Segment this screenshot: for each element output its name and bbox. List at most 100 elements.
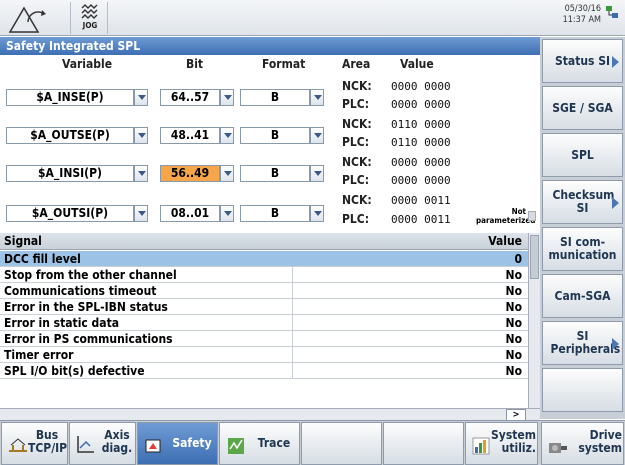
softkey-label: SPL [571,147,594,162]
softkey-label: System utiliz. [491,428,536,455]
bit-dropdown-4-icon[interactable] [220,205,234,222]
bit-select-2[interactable]: 48..41 [160,127,220,144]
signal-value: No [505,316,522,330]
softkey-cam-sga[interactable]: Cam-SGA [542,274,623,318]
format-select-4[interactable]: B [240,205,310,222]
softkey-label: SI com-munication [548,235,617,262]
variable-select-2[interactable]: $A_OUTSE(P) [6,127,134,144]
softkey-trace[interactable]: Trace [219,422,300,465]
signal-value: No [505,300,522,314]
area-plc-1: PLC: [342,97,370,111]
format-select-2[interactable]: B [240,127,310,144]
table-row[interactable]: Error in PS communications No [0,331,528,347]
arrow-right-icon [612,56,619,68]
signal-value: No [505,348,522,362]
softkey-checksum-si[interactable]: Checksum SI [542,180,623,224]
table-row[interactable]: DCC fill level 0 [0,251,528,267]
scroll-thumb[interactable] [530,235,539,279]
variable-dropdown-3-icon[interactable] [134,165,148,182]
softkey-label: Checksum SI [552,188,615,215]
table-row[interactable]: Communications timeout No [0,283,528,299]
variable-select-1[interactable]: $A_INSE(P) [6,89,134,106]
jog-mode-indicator: JOG [70,2,108,34]
softkey-safety[interactable]: Safety [137,422,218,465]
screen: { "header": {"mode_label": "JOG", "date"… [0,0,625,465]
area-nck-1: NCK: [342,79,372,93]
softkey-bus-tcpip[interactable]: Bus TCP/IP [1,422,68,465]
arrow-right-icon [612,338,619,350]
format-dropdown-4-icon[interactable] [310,205,324,222]
softkey-empty-1[interactable] [301,422,382,465]
page-title: Safety Integrated SPL [0,37,540,55]
value-nck-1: 0000 0000 [391,80,451,93]
area-nck-3: NCK: [342,155,372,169]
axis-diagnosis-icon [77,436,94,453]
signal-header: Signal [4,234,42,248]
softkey-label: Cam-SGA [554,288,611,303]
vertical-scrollbar[interactable] [528,233,540,410]
softkey-label: Drive system [578,428,622,455]
softkey-si-communication[interactable]: SI com-munication [542,227,623,271]
softkey-label: Trace [257,436,291,450]
value-header: Value [400,57,434,71]
variable-panel: Variable Bit Format Area Value $A_INSE(P… [0,55,540,233]
variable-select-3[interactable]: $A_INSI(P) [6,165,134,182]
bit-dropdown-3-icon[interactable] [220,165,234,182]
table-row[interactable]: SPL I/O bit(s) defective No [0,363,528,379]
signal-value: No [505,268,522,282]
signal-value: 0 [514,252,522,266]
table-row[interactable]: Error in static data No [0,315,528,331]
signal-name: Error in the SPL-IBN status [4,300,168,314]
bit-dropdown-2-icon[interactable] [220,127,234,144]
drive-icon [549,443,567,453]
softkey-axis-diag[interactable]: Axis diag. [69,422,136,465]
top-status-bar: JOG 05/30/16 11:37 AM [0,0,625,36]
machine-mode-icon [8,6,46,33]
variable-dropdown-4-icon[interactable] [134,205,148,222]
value-plc-3: 0000 0000 [391,174,451,187]
format-dropdown-2-icon[interactable] [310,127,324,144]
value-nck-3: 0000 0000 [391,156,451,169]
value-nck-4: 0000 0011 [391,194,451,207]
softkey-empty[interactable] [542,368,623,412]
softkey-spl[interactable]: SPL [542,133,623,177]
format-select-1[interactable]: B [240,89,310,106]
softkey-label: SI Peripherals [550,329,621,356]
variable-select-4[interactable]: $A_OUTSI(P) [6,205,134,222]
safety-icon [145,439,161,453]
table-row[interactable]: Error in the SPL-IBN status No [0,299,528,315]
signal-value: No [505,284,522,298]
date-text: 05/30/16 [564,4,601,14]
horizontal-scrollbar[interactable]: > [0,408,540,421]
arrow-right-icon [612,197,619,209]
not-parameterized-indicator [528,211,536,221]
softkey-system-utiliz[interactable]: System utiliz. [465,422,538,465]
softkey-drive-system[interactable]: Drive system [541,422,624,465]
jog-label: JOG [82,21,98,30]
signal-table: Signal Value DCC fill level 0 Stop from t… [0,233,540,410]
signal-table-header: Signal Value [0,233,528,250]
area-nck-4: NCK: [342,193,372,207]
table-row[interactable]: Timer error No [0,347,528,363]
variable-dropdown-2-icon[interactable] [134,127,148,144]
value-plc-4: 0000 0011 [391,213,451,226]
bit-select-3[interactable]: 56..49 [160,165,220,182]
variable-dropdown-1-icon[interactable] [134,89,148,106]
area-nck-2: NCK: [342,117,372,131]
softkey-sge-sga[interactable]: SGE / SGA [542,86,623,130]
bit-select-1[interactable]: 64..57 [160,89,220,106]
format-dropdown-3-icon[interactable] [310,165,324,182]
bit-dropdown-1-icon[interactable] [220,89,234,106]
format-dropdown-1-icon[interactable] [310,89,324,106]
softkey-si-peripherals[interactable]: SI Peripherals [542,321,623,365]
softkey-label: Bus TCP/IP [28,428,68,455]
signal-name: DCC fill level [4,252,81,266]
signal-name: Error in static data [4,316,120,330]
bit-select-4[interactable]: 08..01 [160,205,220,222]
table-row[interactable]: Stop from the other channel No [0,267,528,283]
format-select-3[interactable]: B [240,165,310,182]
softkey-empty-2[interactable] [383,422,464,465]
not-parameterized-label: Not parameterized [476,207,536,225]
value-column-header: Value [488,234,522,248]
softkey-status-si[interactable]: Status SI [542,39,623,83]
